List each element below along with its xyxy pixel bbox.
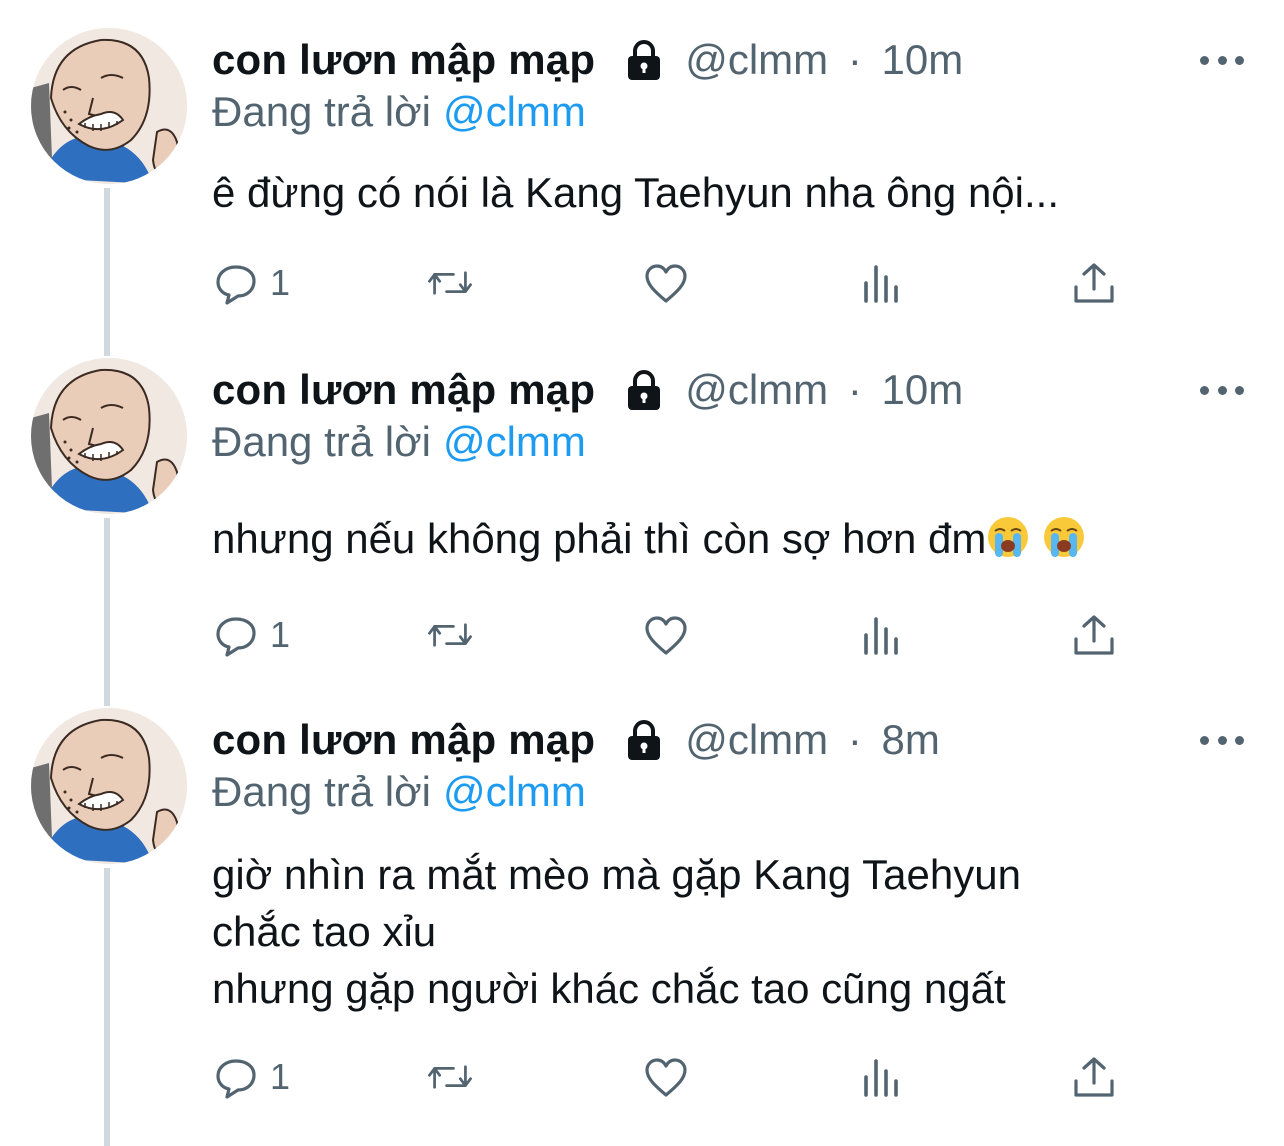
share-button[interactable] xyxy=(1070,610,1118,660)
share-icon xyxy=(1074,263,1114,303)
reply-icon xyxy=(216,1059,256,1099)
avatar[interactable] xyxy=(31,358,187,514)
user-handle[interactable]: @clmm xyxy=(685,366,828,413)
separator: · xyxy=(847,366,862,413)
like-icon xyxy=(645,1058,687,1097)
share-button[interactable] xyxy=(1070,1052,1118,1102)
views-icon xyxy=(864,617,898,655)
action-bar: 1 xyxy=(212,258,1142,308)
retweet-icon xyxy=(428,1065,472,1089)
tweet[interactable]: con lươn mập mạp @clmm · 8m Đang trả lời… xyxy=(0,708,1284,1146)
tweet-header: con lươn mập mạp @clmm · 10m xyxy=(212,360,963,420)
avatar[interactable] xyxy=(31,28,187,184)
timestamp[interactable]: 10m xyxy=(882,36,964,83)
replying-to: Đang trả lời @clmm xyxy=(212,768,586,816)
lock-icon xyxy=(628,720,661,760)
reply-icon xyxy=(216,617,256,657)
replying-prefix: Đang trả lời xyxy=(212,88,431,135)
reply-icon xyxy=(216,265,256,305)
more-icon[interactable] xyxy=(1200,730,1244,750)
display-name[interactable]: con lươn mập mạp xyxy=(212,36,595,84)
replying-to: Đang trả lời @clmm xyxy=(212,418,586,466)
like-button[interactable] xyxy=(642,258,690,308)
like-icon xyxy=(645,616,687,655)
mention-link[interactable]: @clmm xyxy=(443,88,586,135)
share-icon xyxy=(1074,1057,1114,1097)
mention-link[interactable]: @clmm xyxy=(443,768,586,815)
loudly-crying-face-emoji xyxy=(987,516,1030,558)
lock-icon xyxy=(628,370,661,410)
reply-button[interactable]: 1 xyxy=(212,610,290,660)
retweet-icon xyxy=(428,623,472,647)
tweet[interactable]: con lươn mập mạp @clmm · 10m Đang trả lờ… xyxy=(0,358,1284,678)
reply-count: 1 xyxy=(270,614,291,655)
views-button[interactable] xyxy=(858,258,906,308)
lock-icon xyxy=(628,40,661,80)
separator: · xyxy=(847,36,862,83)
tweet-text: giờ nhìn ra mắt mèo mà gặp Kang Taehyun … xyxy=(212,851,1021,1012)
tweet-header: con lươn mập mạp @clmm · 10m xyxy=(212,30,963,90)
action-bar: 1 xyxy=(212,610,1142,660)
retweet-button[interactable] xyxy=(426,258,474,308)
reply-button[interactable]: 1 xyxy=(212,1052,290,1102)
user-handle[interactable]: @clmm xyxy=(685,36,828,83)
avatar[interactable] xyxy=(31,708,187,864)
replying-to: Đang trả lời @clmm xyxy=(212,88,586,136)
tweet-text: ê đừng có nói là Kang Taehyun nha ông nộ… xyxy=(212,169,1059,216)
user-handle[interactable]: @clmm xyxy=(685,716,828,763)
more-icon[interactable] xyxy=(1200,50,1244,70)
timestamp[interactable]: 10m xyxy=(882,366,964,413)
reply-count: 1 xyxy=(270,1056,291,1097)
tweet-text-line: nhưng nếu không phải thì còn sợ hơn đm xyxy=(212,510,1086,567)
replying-prefix: Đang trả lời xyxy=(212,768,431,815)
separator: · xyxy=(847,716,862,763)
like-button[interactable] xyxy=(642,610,690,660)
retweet-button[interactable] xyxy=(426,1052,474,1102)
reply-count: 1 xyxy=(270,262,291,303)
action-bar: 1 xyxy=(212,1052,1142,1102)
reply-button[interactable]: 1 xyxy=(212,258,290,308)
more-icon[interactable] xyxy=(1200,380,1244,400)
tweet[interactable]: con lươn mập mạp @clmm · 10m Đang trả lờ… xyxy=(0,28,1284,328)
views-icon xyxy=(864,1059,898,1097)
tweet-header: con lươn mập mạp @clmm · 8m xyxy=(212,710,940,770)
replying-prefix: Đang trả lời xyxy=(212,418,431,465)
like-icon xyxy=(645,264,687,303)
views-button[interactable] xyxy=(858,1052,906,1102)
retweet-icon xyxy=(428,271,472,295)
display-name[interactable]: con lươn mập mạp xyxy=(212,366,595,414)
loudly-crying-face-emoji xyxy=(1043,516,1086,558)
retweet-button[interactable] xyxy=(426,610,474,660)
views-button[interactable] xyxy=(858,610,906,660)
mention-link[interactable]: @clmm xyxy=(443,418,586,465)
share-icon xyxy=(1074,615,1114,655)
like-button[interactable] xyxy=(642,1052,690,1102)
timestamp[interactable]: 8m xyxy=(882,716,940,763)
display-name[interactable]: con lươn mập mạp xyxy=(212,716,595,764)
views-icon xyxy=(864,265,898,303)
tweet-text: nhưng nếu không phải thì còn sợ hơn đm xyxy=(212,515,987,562)
share-button[interactable] xyxy=(1070,258,1118,308)
